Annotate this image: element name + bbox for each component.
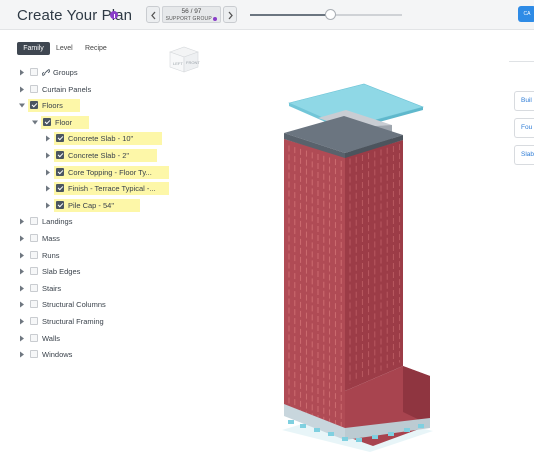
side-panel-card[interactable]: Fou <box>514 118 534 138</box>
building-model-viewport[interactable] <box>0 0 534 462</box>
side-panel-divider <box>509 61 534 62</box>
side-panel-card[interactable]: Slab <box>514 145 534 165</box>
side-panel-card[interactable]: Buil <box>514 91 534 111</box>
